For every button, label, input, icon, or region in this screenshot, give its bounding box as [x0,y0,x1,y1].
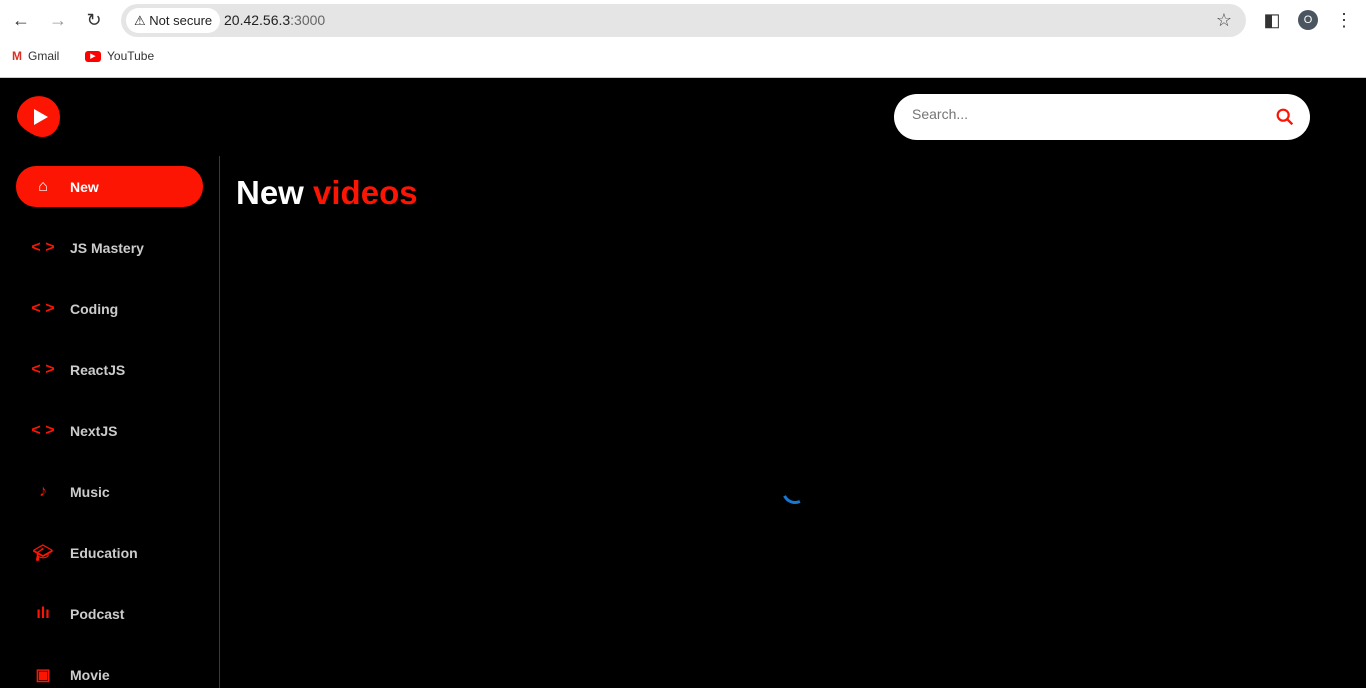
sidebar-item-label: New [70,178,99,195]
sidebar-item-label: NextJS [70,422,118,439]
title-suffix: videos [313,174,418,211]
reload-icon[interactable]: ↻ [83,9,105,31]
youtube-icon: ▶ [85,50,101,62]
menu-icon[interactable]: ⋮ [1333,9,1355,31]
sidebar-item-movie[interactable]: ▣ Movie [16,654,203,695]
url-text[interactable]: 20.42.56.3:3000 [224,12,325,28]
sidebar-item-label: Education [70,544,138,561]
sidebar-item-podcast[interactable]: ılı Podcast [16,593,203,634]
loading-spinner [778,474,812,508]
code-icon: < > [31,421,55,439]
bookmark-star-icon[interactable]: ☆ [1216,10,1232,31]
side-panel-icon[interactable]: ◧ [1261,9,1283,31]
sidebar-item-education[interactable]: 🎓︎ Education [16,532,203,573]
ondemand-video-icon: ▣ [35,666,51,684]
gmail-icon: M [12,49,22,63]
code-icon: < > [31,299,55,317]
bookmark-youtube[interactable]: ▶ YouTube [85,49,154,63]
code-icon: < > [31,238,55,256]
back-icon[interactable]: ← [10,9,32,31]
title-category: New [236,174,304,211]
sidebar-item-js-mastery[interactable]: < > JS Mastery [16,227,203,268]
code-icon: < > [31,360,55,378]
school-icon: 🎓︎ [32,544,54,562]
browser-chrome: ← → ↻ ⚠ Not secure 20.42.56.3:3000 ☆ ◧ O… [0,0,1366,78]
sidebar-item-label: Movie [70,666,110,683]
sidebar-item-music[interactable]: ♪ Music [16,471,203,512]
sidebar-item-nextjs[interactable]: < > NextJS [16,410,203,451]
search-bar [894,94,1310,140]
sidebar-item-label: ReactJS [70,361,126,378]
sidebar-item-label: Music [70,483,110,500]
page-title: New videos [236,174,418,212]
sidebar-item-new[interactable]: ⌂ New [16,166,203,207]
graphic-eq-icon: ılı [36,604,50,622]
bookmark-label: YouTube [107,49,155,63]
sidebar-item-label: JS Mastery [70,239,144,256]
security-label: Not secure [149,13,213,28]
sidebar-item-label: Coding [70,300,119,317]
sidebar-item-reactjs[interactable]: < > ReactJS [16,349,203,390]
profile-avatar[interactable]: O [1298,10,1318,30]
sidebar-item-coding[interactable]: < > Coding [16,288,203,329]
sidebar-divider [219,156,220,688]
url-port: :3000 [290,12,326,28]
search-input[interactable] [912,106,1252,122]
app: ⌂New < >JS Mastery < >Coding < >ReactJS … [0,78,1366,688]
address-bar[interactable]: ⚠ Not secure 20.42.56.3:3000 ☆ [121,4,1246,37]
search-icon[interactable] [1274,106,1296,128]
bookmark-label: Gmail [28,49,60,63]
bookmark-gmail[interactable]: M Gmail [12,49,59,63]
url-host: 20.42.56.3 [224,12,291,28]
logo-icon[interactable] [16,95,60,139]
music-note-icon: ♪ [39,482,47,500]
home-icon: ⌂ [38,177,48,195]
forward-icon[interactable]: → [47,9,69,31]
sidebar-item-label: Podcast [70,605,125,622]
security-chip[interactable]: ⚠ Not secure [126,8,221,33]
